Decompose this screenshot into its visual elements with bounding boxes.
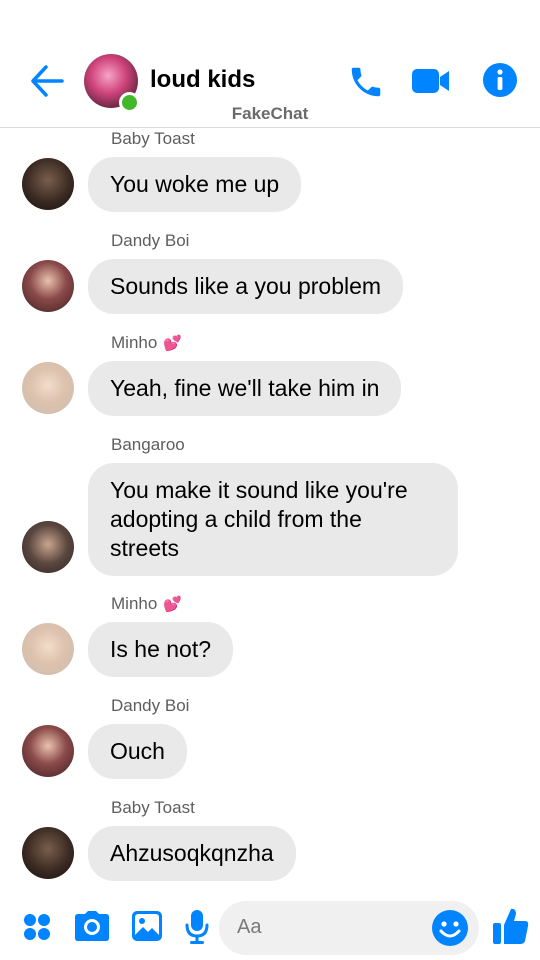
image-icon[interactable]	[131, 910, 163, 942]
two-hearts-icon: 💕	[163, 335, 182, 352]
microphone-icon[interactable]	[184, 909, 210, 945]
sender-name: Bangaroo	[111, 435, 185, 454]
avatar[interactable]	[22, 260, 74, 312]
message-bubble[interactable]: Ahzusoqkqnzha	[88, 826, 296, 881]
two-hearts-icon: 💕	[163, 596, 182, 613]
back-arrow-icon[interactable]	[28, 62, 66, 100]
sender-name: Dandy Boi	[111, 696, 190, 715]
avatar[interactable]	[22, 623, 74, 675]
video-camera-icon[interactable]	[410, 62, 452, 100]
message-bubble[interactable]: You woke me up	[88, 157, 302, 212]
info-icon[interactable]	[482, 62, 518, 98]
emoji-icon[interactable]	[431, 909, 469, 947]
message-bubble[interactable]: Yeah, fine we'll take him in	[88, 361, 402, 416]
message-bubble[interactable]: You make it sound like you're adopting a…	[88, 463, 458, 576]
sender-name-text: Minho	[111, 333, 158, 352]
message-input[interactable]: Aa	[219, 901, 479, 955]
message-bubble[interactable]: Ouch	[88, 724, 187, 779]
fakechat-watermark: FakeChat	[231, 104, 309, 123]
avatar[interactable]	[22, 362, 74, 414]
avatar[interactable]	[22, 725, 74, 777]
avatar[interactable]	[22, 158, 74, 210]
sender-name: Baby Toast	[111, 129, 195, 148]
message-input-placeholder: Aa	[237, 916, 262, 938]
sender-name: Baby Toast	[111, 798, 195, 817]
message-bubble[interactable]: Is he not?	[88, 622, 234, 677]
thumbs-up-icon[interactable]	[492, 906, 530, 946]
sender-name: Dandy Boi	[111, 231, 190, 250]
camera-icon[interactable]	[74, 910, 110, 942]
chat-header: loud kids FakeChat	[0, 0, 540, 128]
avatar[interactable]	[22, 521, 74, 573]
sender-name: Minho 💕	[111, 594, 182, 614]
apps-grid-icon[interactable]	[22, 912, 52, 942]
avatar[interactable]	[22, 827, 74, 879]
sender-name-text: Minho	[111, 594, 158, 613]
chat-title[interactable]: loud kids	[150, 66, 255, 94]
phone-icon[interactable]	[347, 62, 385, 102]
message-bubble[interactable]: Sounds like a you problem	[88, 259, 404, 314]
sender-name: Minho 💕	[111, 333, 182, 353]
